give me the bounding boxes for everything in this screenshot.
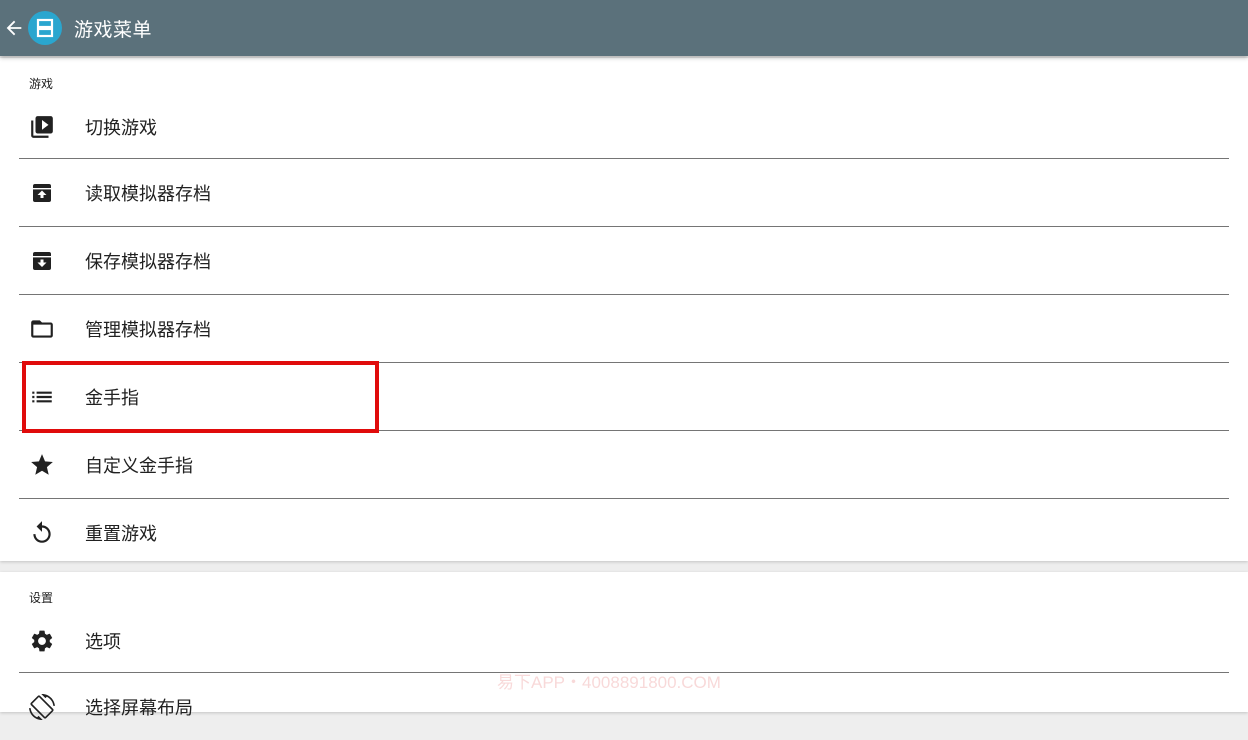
menu-item-label: 读取模拟器存档 — [85, 183, 211, 205]
menu-item-label: 切换游戏 — [85, 118, 157, 139]
menu-item-label: 保存模拟器存档 — [85, 251, 211, 273]
video-library-icon — [29, 114, 55, 140]
menu-item-label: 重置游戏 — [85, 523, 157, 545]
menu-item-switch-game[interactable]: 切换游戏 — [0, 96, 1248, 158]
arrow-left-icon — [6, 20, 22, 36]
list-icon — [29, 384, 55, 410]
menu-item-label: 金手指 — [85, 387, 139, 409]
reset-icon — [29, 520, 55, 546]
gear-icon — [29, 628, 55, 654]
app-logo-icon — [28, 11, 62, 45]
folder-icon — [29, 316, 55, 342]
menu-item-label: 选项 — [85, 632, 121, 653]
back-button[interactable] — [0, 0, 28, 56]
menu-item-cheats[interactable]: 金手指 — [0, 363, 1248, 430]
game-section-card: 游戏 切换游戏 读取模拟器存档 保存模拟器存档 管理模拟器存档 金手指 自定义金… — [0, 58, 1248, 561]
app-bar: 游戏菜单 — [0, 0, 1248, 56]
watermark: 易下APP・4008891800.COM — [497, 673, 721, 692]
menu-item-load-state[interactable]: 读取模拟器存档 — [0, 159, 1248, 226]
menu-item-custom-cheats[interactable]: 自定义金手指 — [0, 431, 1248, 498]
menu-item-label: 管理模拟器存档 — [85, 319, 211, 341]
settings-section-header: 设置 — [29, 591, 54, 605]
menu-item-label: 自定义金手指 — [85, 455, 193, 477]
star-icon — [29, 452, 55, 478]
menu-item-manage-states[interactable]: 管理模拟器存档 — [0, 295, 1248, 362]
archive-download-icon — [29, 248, 55, 274]
menu-item-reset-game[interactable]: 重置游戏 — [0, 499, 1248, 566]
menu-item-save-state[interactable]: 保存模拟器存档 — [0, 227, 1248, 294]
archive-upload-icon — [29, 180, 55, 206]
game-section-header: 游戏 — [29, 77, 54, 91]
menu-item-label: 选择屏幕布局 — [85, 697, 193, 719]
menu-item-options[interactable]: 选项 — [0, 610, 1248, 672]
screen-rotation-icon — [29, 693, 55, 720]
page-title: 游戏菜单 — [74, 18, 153, 41]
